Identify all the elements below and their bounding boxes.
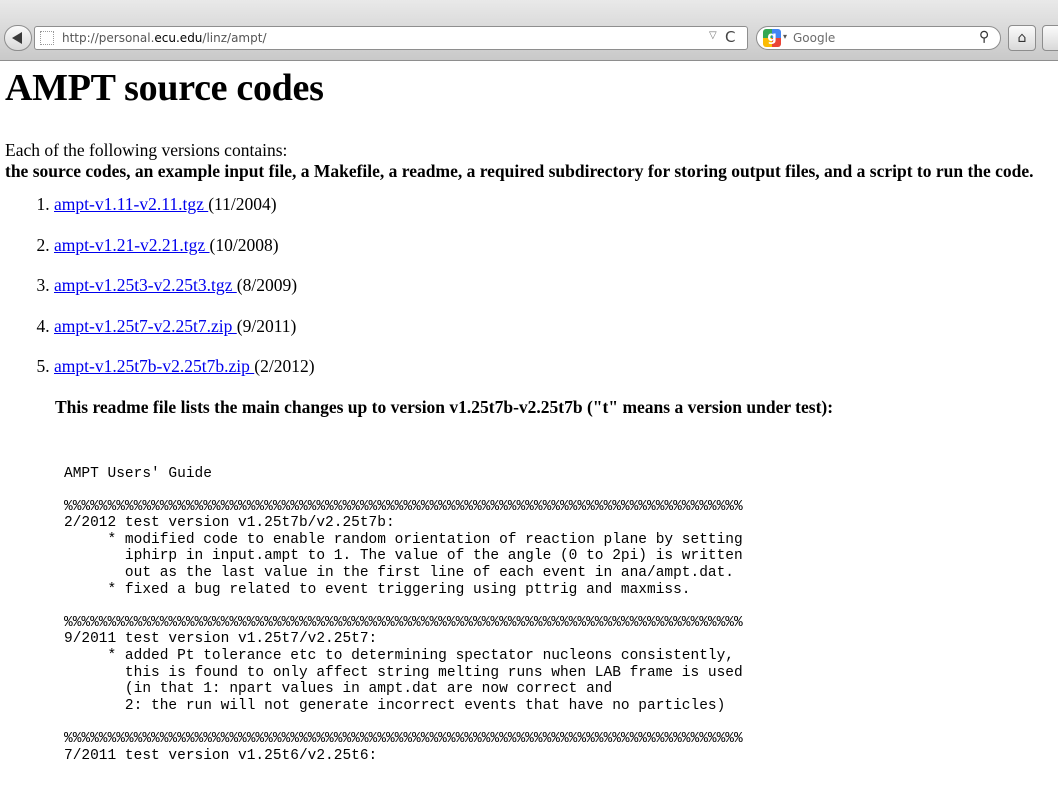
version-date: (2/2012)	[254, 356, 315, 376]
google-icon[interactable]: g	[763, 29, 781, 47]
changelog-header: 9/2011 test version v1.25t7/v2.25t7:	[64, 631, 378, 648]
version-date: (9/2011)	[236, 315, 297, 336]
version-item: ampt-v1.21-v2.21.tgz (10/2008)	[54, 235, 1058, 256]
browser-toolbar: http://personal.ecu.edu/linz/ampt/ ▽ C g…	[0, 0, 1058, 61]
intro-contents-text: the source codes, an example input file,…	[5, 161, 1034, 181]
download-link[interactable]: ampt-v1.25t7b-v2.25t7b.zip	[54, 356, 254, 376]
intro-text: Each of the following versions contains:	[5, 140, 288, 160]
page-content: AMPT source codes Each of the following …	[5, 60, 1058, 764]
version-list: ampt-v1.11-v2.11.tgz (11/2004) ampt-v1.2…	[5, 194, 1058, 377]
url-history-dropdown-icon[interactable]: ▽	[709, 30, 717, 41]
address-bar[interactable]: http://personal.ecu.edu/linz/ampt/ ▽ C	[34, 26, 748, 50]
version-date: (11/2004)	[208, 194, 277, 214]
download-link[interactable]: ampt-v1.21-v2.21.tgz	[54, 235, 210, 255]
page-title: AMPT source codes	[5, 67, 324, 109]
guide-divider: %%%%%%%%%%%%%%%%%%%%%%%%%%%%%%%%%%%%%%%%…	[64, 614, 743, 631]
changelog-body: * modified code to enable random orienta…	[107, 531, 743, 598]
search-engine-dropdown-icon[interactable]: ▾	[783, 32, 787, 41]
home-icon: ⌂	[1017, 30, 1027, 46]
users-guide-text: AMPT Users' Guide %%%%%%%%%%%%%%%%%%%%%%…	[64, 466, 1058, 765]
version-item: ampt-v1.25t7b-v2.25t7b.zip (2/2012)	[54, 356, 1058, 377]
home-button[interactable]: ⌂	[1008, 25, 1036, 51]
changelog-body: * added Pt tolerance etc to determining …	[107, 648, 743, 714]
readme-note: This readme file lists the main changes …	[55, 396, 834, 417]
search-input[interactable]: Google	[793, 31, 835, 45]
version-item: ampt-v1.25t7-v2.25t7.zip (9/2011)	[54, 316, 1058, 337]
version-item: ampt-v1.11-v2.11.tgz (11/2004)	[54, 194, 1058, 215]
changelog-header: 7/2011 test version v1.25t6/v2.25t6:	[64, 747, 378, 764]
version-item: ampt-v1.25t3-v2.25t3.tgz (8/2009)	[54, 275, 1058, 296]
changelog-header: 2/2012 test version v1.25t7b/v2.25t7b:	[64, 515, 395, 532]
download-link[interactable]: ampt-v1.25t3-v2.25t3.tgz	[54, 275, 237, 295]
back-button[interactable]	[4, 25, 32, 51]
reload-icon[interactable]: C	[725, 28, 735, 46]
guide-title: AMPT Users' Guide	[64, 465, 212, 482]
version-date: (8/2009)	[236, 275, 298, 295]
guide-divider: %%%%%%%%%%%%%%%%%%%%%%%%%%%%%%%%%%%%%%%%…	[64, 498, 743, 515]
guide-divider: %%%%%%%%%%%%%%%%%%%%%%%%%%%%%%%%%%%%%%%%…	[64, 731, 743, 747]
download-link[interactable]: ampt-v1.11-v2.11.tgz	[54, 194, 208, 214]
search-bar[interactable]: g ▾ Google ⚲	[756, 26, 1001, 50]
site-identity-icon	[40, 31, 54, 45]
url-text[interactable]: http://personal.ecu.edu/linz/ampt/	[62, 31, 267, 45]
version-date: (10/2008)	[209, 234, 279, 255]
download-link[interactable]: ampt-v1.25t7-v2.25t7.zip	[54, 316, 237, 336]
back-arrow-icon	[12, 32, 22, 44]
toolbar-extra-button[interactable]	[1042, 25, 1058, 51]
search-icon[interactable]: ⚲	[979, 29, 989, 45]
